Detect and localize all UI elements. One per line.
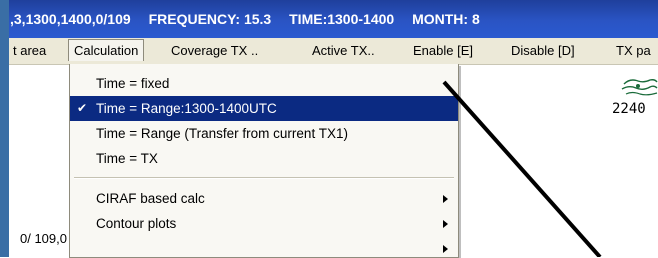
annotation-pointer-line <box>442 80 602 257</box>
